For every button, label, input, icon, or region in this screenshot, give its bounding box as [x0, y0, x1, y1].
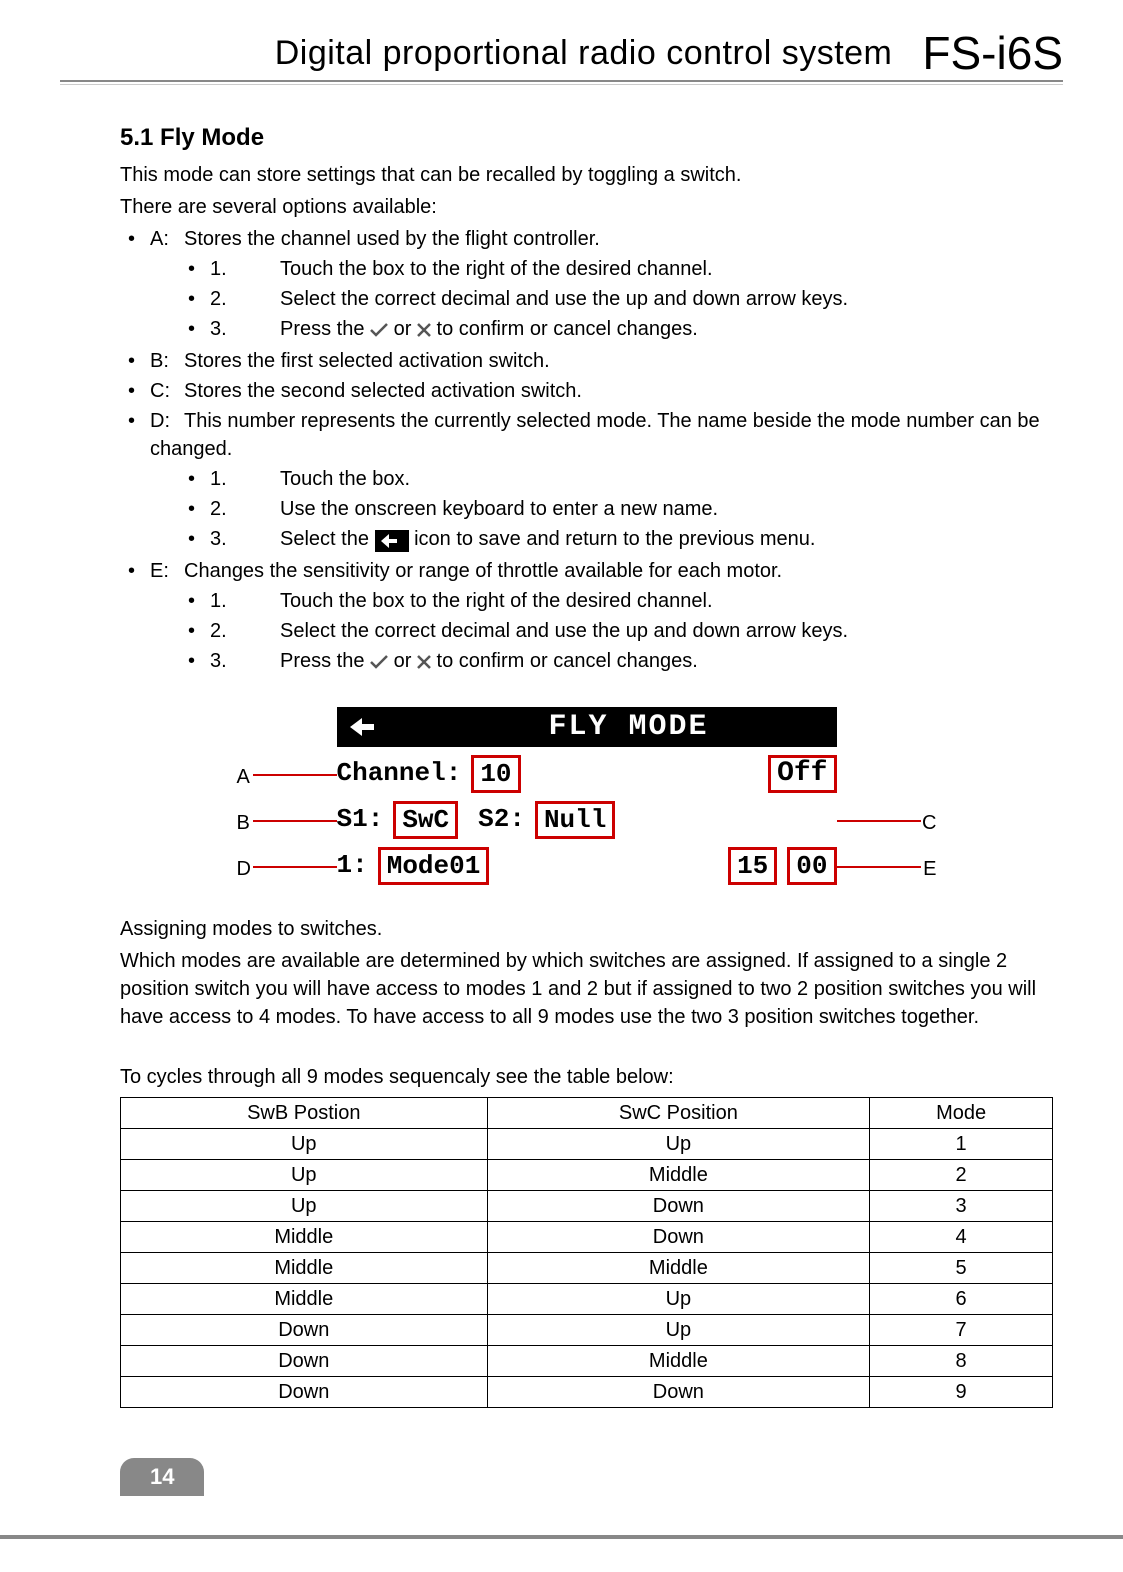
table-row: MiddleUp6 [121, 1283, 1053, 1314]
table-row: UpDown3 [121, 1190, 1053, 1221]
assigning-body: Which modes are available are determined… [120, 947, 1053, 1031]
header-divider [60, 80, 1063, 82]
header-divider-thin [60, 84, 1063, 85]
back-arrow-icon[interactable] [343, 713, 387, 741]
item-a-step-3: 3.Press the or to confirm or cancel chan… [180, 315, 1053, 345]
s2-label: S2: [478, 801, 525, 837]
s1-label: S1: [337, 801, 384, 837]
item-d-step-2: 2.Use the onscreen keyboard to enter a n… [180, 495, 1053, 523]
table-row: DownDown9 [121, 1376, 1053, 1407]
item-d-step-1: 1.Touch the box. [180, 465, 1053, 493]
x-icon [417, 649, 431, 677]
footer-rule [0, 1535, 1123, 1539]
callout-d: D [237, 855, 251, 883]
item-b: B:Stores the first selected activation s… [120, 347, 1053, 375]
throttle-v2-box[interactable]: 00 [787, 847, 836, 885]
check-icon [370, 317, 388, 345]
col-mode: Mode [870, 1097, 1053, 1128]
item-a-step-2: 2.Select the correct decimal and use the… [180, 285, 1053, 313]
back-icon [375, 527, 409, 555]
lcd-title-text: FLY MODE [427, 706, 831, 748]
lcd-titlebar: FLY MODE [337, 707, 837, 747]
page-number: 14 [120, 1458, 204, 1496]
check-icon [370, 649, 388, 677]
item-e-step-3: 3.Press the or to confirm or cancel chan… [180, 647, 1053, 677]
section-heading: 5.1 Fly Mode [120, 121, 1053, 155]
mode-number-label: 1: [337, 847, 368, 883]
col-swb: SwB Postion [121, 1097, 488, 1128]
s2-value-box[interactable]: Null [535, 801, 615, 839]
lcd-figure: A B D C E FLY MODE Channel: 10 [237, 707, 937, 885]
table-row: DownUp7 [121, 1314, 1053, 1345]
intro-line-1: This mode can store settings that can be… [120, 161, 1053, 189]
col-swc: SwC Position [487, 1097, 870, 1128]
intro-line-2: There are several options available: [120, 193, 1053, 221]
s1-value-box[interactable]: SwC [393, 801, 458, 839]
table-intro: To cycles through all 9 modes sequencaly… [120, 1063, 1053, 1091]
callout-a: A [237, 763, 250, 791]
item-c: C:Stores the second selected activation … [120, 377, 1053, 405]
channel-label: Channel: [337, 755, 462, 791]
modes-table: SwB Postion SwC Position Mode UpUp1UpMid… [120, 1097, 1053, 1408]
callout-e: E [923, 855, 936, 883]
item-e-step-1: 1.Touch the box to the right of the desi… [180, 587, 1053, 615]
throttle-v1-box[interactable]: 15 [728, 847, 777, 885]
item-d: D:This number represents the currently s… [120, 407, 1053, 555]
item-e: E:Changes the sensitivity or range of th… [120, 557, 1053, 677]
item-d-step-3: 3.Select the icon to save and return to … [180, 525, 1053, 555]
item-a: A:Stores the channel used by the flight … [120, 225, 1053, 345]
table-row: MiddleDown4 [121, 1221, 1053, 1252]
callout-b: B [237, 809, 250, 837]
mode-name-box[interactable]: Mode01 [378, 847, 490, 885]
assigning-heading: Assigning modes to switches. [120, 915, 1053, 943]
table-row: UpMiddle2 [121, 1159, 1053, 1190]
channel-value-box[interactable]: 10 [471, 755, 520, 793]
table-row: MiddleMiddle5 [121, 1252, 1053, 1283]
table-row: DownMiddle8 [121, 1345, 1053, 1376]
item-a-step-1: 1.Touch the box to the right of the desi… [180, 255, 1053, 283]
callout-c: C [922, 809, 936, 837]
doc-header-title: Digital proportional radio control syste… [275, 34, 893, 73]
off-box[interactable]: Off [768, 755, 836, 793]
table-row: UpUp1 [121, 1128, 1053, 1159]
product-logo: FS-i6S [922, 30, 1063, 76]
item-e-step-2: 2.Select the correct decimal and use the… [180, 617, 1053, 645]
x-icon [417, 317, 431, 345]
